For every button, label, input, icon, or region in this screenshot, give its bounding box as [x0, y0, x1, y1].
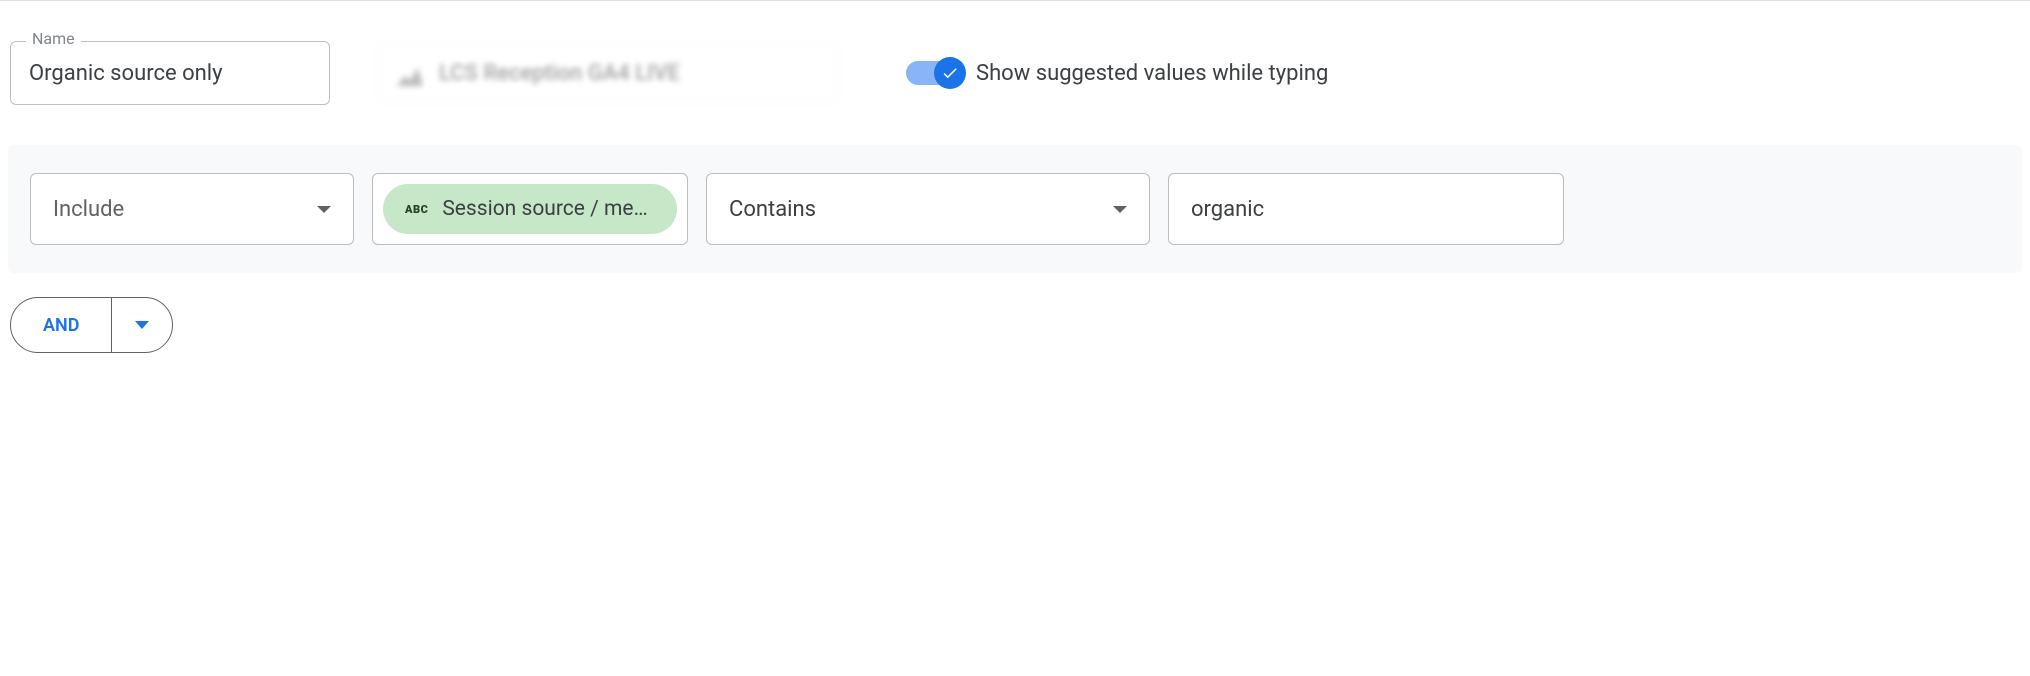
include-exclude-value: Include [53, 197, 124, 222]
name-input[interactable] [10, 41, 330, 105]
dimension-select[interactable]: ABC Session source / medi… [372, 173, 688, 245]
property-selector[interactable]: LCS Reception GA4 LIVE [378, 43, 838, 103]
dimension-chip: ABC Session source / medi… [383, 184, 677, 234]
match-type-select[interactable]: Contains [706, 173, 1150, 245]
suggest-values-label: Show suggested values while typing [976, 61, 1328, 86]
and-button[interactable]: AND [11, 298, 112, 352]
suggest-values-toggle-wrapper: Show suggested values while typing [906, 61, 1328, 86]
toggle-knob [934, 57, 966, 89]
filter-value-text: organic [1191, 197, 1264, 222]
dimension-chip-label: Session source / medi… [442, 197, 655, 221]
analytics-icon [397, 60, 423, 86]
check-icon [941, 64, 959, 82]
logic-operator-row: AND [0, 273, 2030, 377]
name-field: Name [10, 41, 330, 105]
suggest-values-toggle[interactable] [906, 61, 962, 85]
chevron-down-icon [135, 321, 149, 329]
filter-value-input[interactable]: organic [1168, 173, 1564, 245]
chevron-down-icon [1113, 206, 1127, 213]
and-dropdown-button[interactable] [112, 298, 172, 352]
and-button-group: AND [10, 297, 173, 353]
include-exclude-select[interactable]: Include [30, 173, 354, 245]
name-field-label: Name [26, 29, 81, 48]
filter-condition-row: Include ABC Session source / medi… Conta… [8, 145, 2022, 273]
chevron-down-icon [317, 206, 331, 213]
property-name-blurred: LCS Reception GA4 LIVE [439, 61, 680, 86]
match-type-value: Contains [729, 197, 816, 222]
abc-icon: ABC [405, 203, 428, 216]
